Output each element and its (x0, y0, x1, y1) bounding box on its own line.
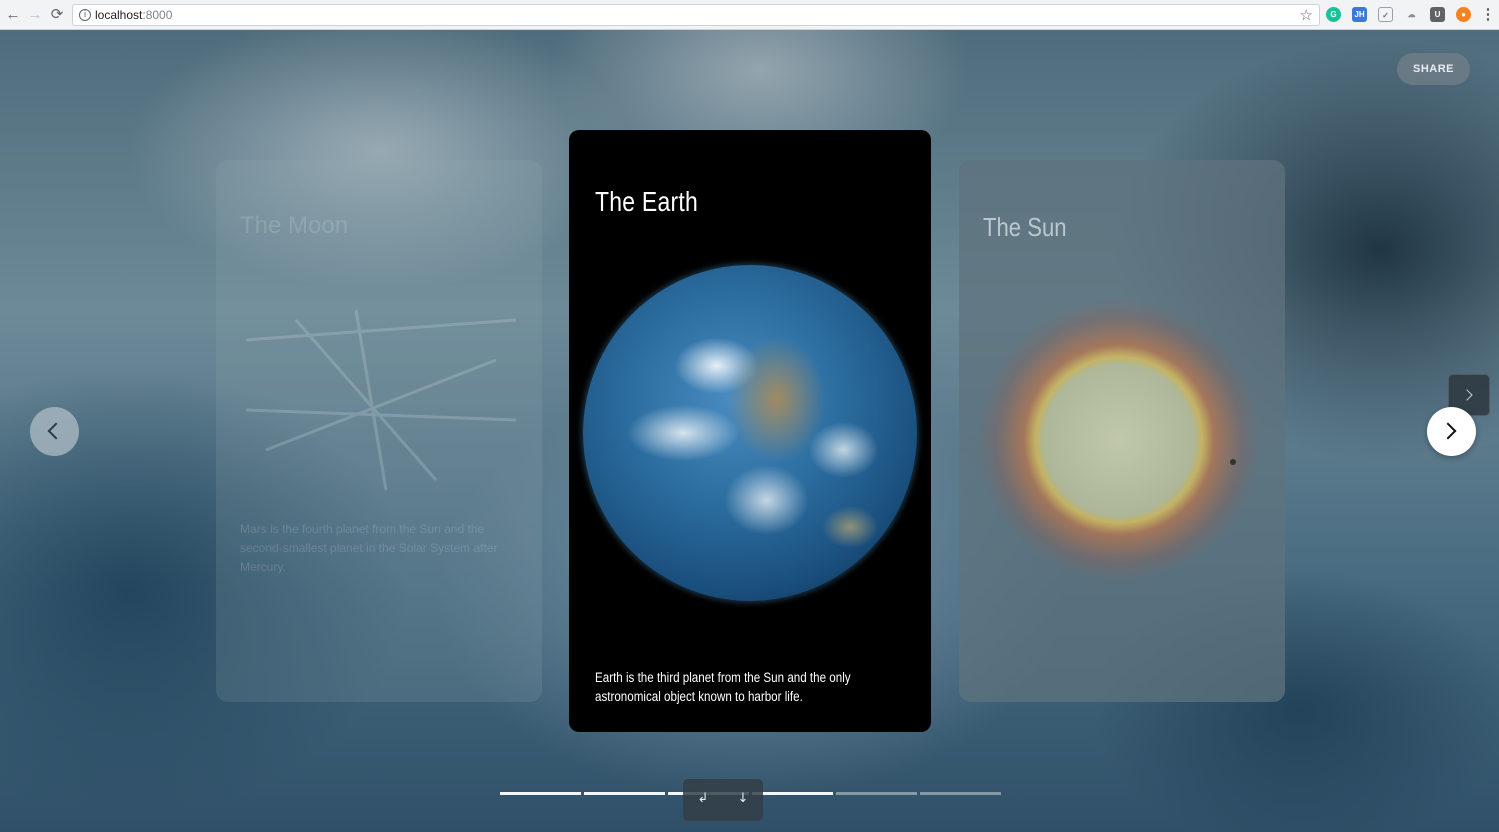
card-current[interactable]: The Earth Earth is the third planet from… (569, 130, 931, 732)
jh-extension-icon[interactable]: JH (1352, 7, 1367, 22)
progress-segment[interactable] (752, 792, 833, 795)
back-icon[interactable]: ← (4, 6, 22, 24)
progress-segment[interactable] (500, 792, 581, 795)
cursor-dot (1230, 459, 1236, 465)
orange-extension-icon[interactable]: ● (1456, 7, 1471, 22)
grammarly-extension-icon[interactable]: G (1326, 7, 1341, 22)
card-description: Earth is the third planet from the Sun a… (595, 670, 851, 704)
card-title: The Earth (595, 186, 699, 217)
chevron-right-icon (1461, 389, 1473, 401)
info-icon[interactable]: i (79, 9, 91, 21)
card-title: The Sun (983, 212, 1067, 242)
control-pad: ↲ ↓ (683, 779, 763, 821)
menu-kebab-icon[interactable]: ⋮ (1479, 6, 1497, 24)
url-text: localhost:8000 (95, 8, 173, 22)
return-left-icon[interactable]: ↲ (695, 791, 711, 807)
chevron-left-icon (47, 422, 65, 440)
forward-icon[interactable]: → (26, 6, 44, 24)
card-title: The Moon (240, 212, 349, 239)
reload-icon[interactable]: ⟳ (48, 6, 66, 24)
progress-segment[interactable] (584, 792, 665, 795)
earth-image (583, 265, 917, 601)
card-image (245, 309, 517, 491)
next-button[interactable] (1427, 407, 1476, 456)
progress-segment[interactable] (836, 792, 917, 795)
card-next[interactable]: The Sun (959, 160, 1285, 702)
shield-extension-icon[interactable]: U (1430, 7, 1445, 22)
arrow-down-icon[interactable]: ↓ (735, 791, 751, 807)
bookmark-star-icon[interactable]: ☆ (1300, 6, 1313, 24)
address-bar[interactable]: i localhost:8000 ☆ (72, 4, 1320, 26)
browser-toolbar: ← → ⟳ i localhost:8000 ☆ G JH ✓ ☁ U ● ⋮ (0, 0, 1499, 30)
progress-segment[interactable] (920, 792, 1001, 795)
previous-button[interactable] (30, 407, 79, 456)
chevron-right-icon (1439, 422, 1457, 440)
card-previous[interactable]: The Moon Mars is the fourth planet from … (216, 160, 542, 702)
cloud-extension-icon[interactable]: ☁ (1404, 7, 1419, 22)
page-viewport: SHARE The Moon Mars is the fourth planet… (0, 30, 1499, 832)
extension-icon[interactable]: ✓ (1378, 7, 1393, 22)
card-description: Mars is the fourth planet from the Sun a… (240, 522, 498, 574)
share-button[interactable]: SHARE (1397, 53, 1470, 85)
sun-image (979, 300, 1259, 580)
